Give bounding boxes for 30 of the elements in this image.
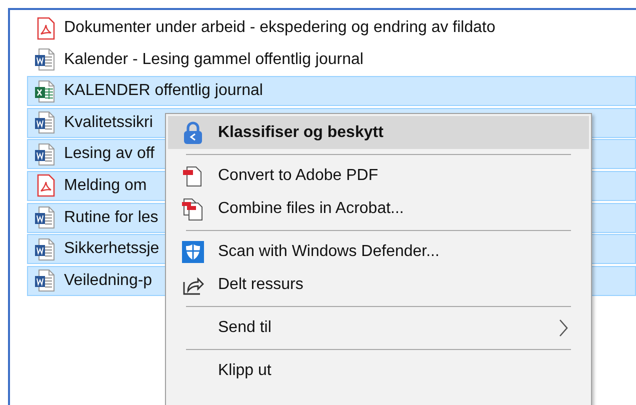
file-name: KALENDER offentlig journal [64,82,263,100]
lock-icon [181,120,205,144]
word-file-icon [34,238,56,261]
file-name: Lesing av off [64,145,154,164]
chevron-right-icon [557,318,569,338]
file-name: Veiledning-p [64,272,152,290]
documents-icon [181,196,205,220]
word-file-icon [34,111,56,134]
menu-item[interactable]: Convert to Adobe PDF [168,159,589,192]
file-name: Kalender - Lesing gammel offentlig journal [64,50,364,69]
file-row[interactable]: Dokumenter under arbeid - ekspedering og endring av fildato [27,13,636,43]
menu-item[interactable]: Send til [168,311,589,344]
menu-item[interactable]: Klipp ut [168,354,589,387]
file-row[interactable]: Kalender - Lesing gammel offentlig journal [27,44,636,75]
file-name: Rutine for les [64,208,158,227]
word-file-icon [34,48,56,72]
menu-item[interactable]: Combine files in Acrobat... [168,192,589,225]
shield-icon [181,240,205,264]
excel-file-icon [34,80,56,103]
menu-item[interactable]: Scan with Windows Defender... [168,235,589,268]
word-file-icon [34,142,56,166]
file-name: Dokumenter under arbeid - ekspedering og endring av fildato [64,19,496,37]
menu-item[interactable]: Klassifiser og beskytt [168,116,589,149]
file-name: Kvalitetssikri [64,114,153,132]
file-row[interactable]: KALENDER offentlig journal [27,76,636,106]
menu-item[interactable]: Delt ressurs [168,268,589,301]
file-name: Melding om [64,176,147,195]
file-name: Sikkerhetssje [64,240,160,258]
word-file-icon [34,269,56,292]
word-file-icon [34,206,56,230]
